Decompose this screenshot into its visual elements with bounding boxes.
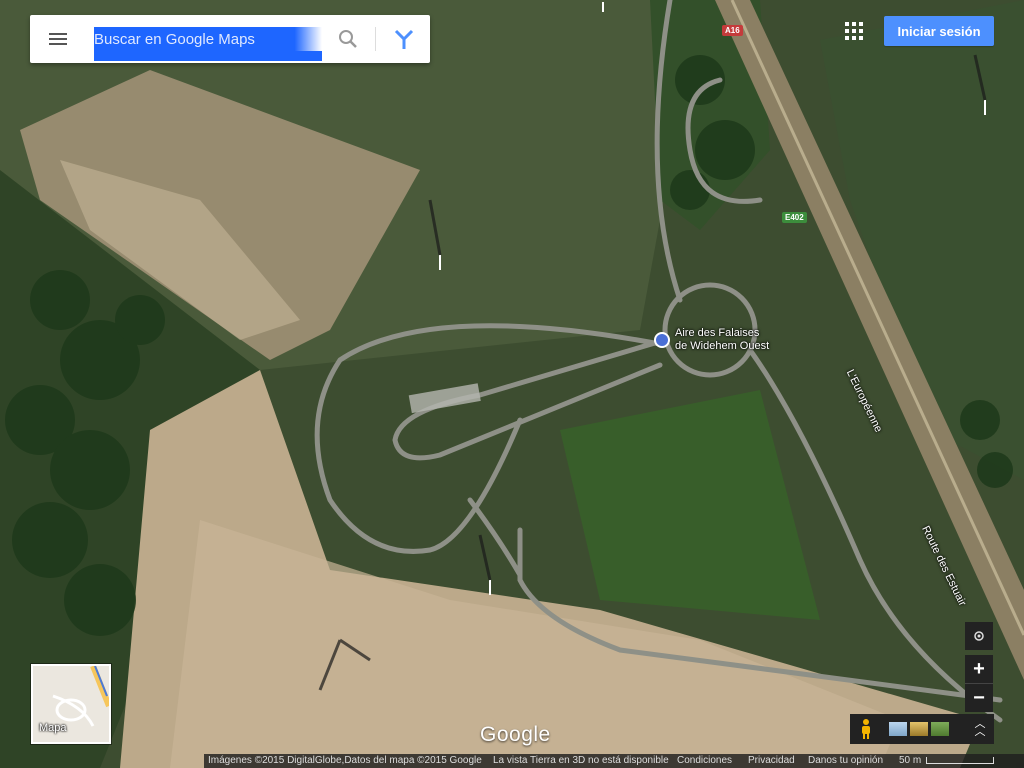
terms-link[interactable]: Condiciones bbox=[677, 754, 732, 768]
apps-grid-icon[interactable] bbox=[845, 22, 863, 40]
earth-3d-notice: La vista Tierra en 3D no está disponible bbox=[493, 755, 669, 766]
satellite-map[interactable] bbox=[0, 0, 1024, 768]
scale-label[interactable]: 50 m bbox=[899, 754, 921, 768]
bottom-layer-controls: ︿ ︿ bbox=[850, 714, 994, 744]
search-icon[interactable] bbox=[332, 25, 364, 53]
place-name-line2[interactable]: de Widehem Ouest bbox=[675, 340, 769, 352]
layer-thumbnail-3[interactable] bbox=[931, 722, 949, 736]
highway-shield-e402: E402 bbox=[782, 212, 807, 223]
search-box bbox=[30, 15, 430, 63]
layer-thumbnail-2[interactable] bbox=[910, 722, 928, 736]
expand-chevron-icon[interactable]: ︿ ︿ bbox=[972, 719, 988, 738]
place-name-line1[interactable]: Aire des Falaises bbox=[675, 327, 759, 339]
search-selection-highlight bbox=[94, 51, 322, 61]
search-input[interactable] bbox=[94, 27, 322, 51]
feedback-link[interactable]: Danos tu opinión bbox=[808, 754, 883, 768]
directions-icon[interactable] bbox=[388, 25, 420, 53]
zoom-out-button[interactable]: − bbox=[965, 683, 993, 712]
search-divider bbox=[375, 27, 376, 51]
imagery-attribution: Imágenes ©2015 DigitalGlobe,Datos del ma… bbox=[208, 755, 482, 766]
highway-shield-a16: A16 bbox=[722, 25, 743, 36]
footer-bar: Imágenes ©2015 DigitalGlobe,Datos del ma… bbox=[204, 754, 1024, 768]
minimap-label: Mapa bbox=[39, 722, 67, 734]
pegman-icon[interactable] bbox=[856, 718, 876, 740]
signin-button[interactable]: Iniciar sesión bbox=[884, 16, 994, 46]
scale-bar[interactable] bbox=[926, 757, 994, 764]
my-location-icon[interactable] bbox=[965, 622, 993, 650]
map-view-toggle[interactable]: Mapa bbox=[31, 664, 111, 744]
privacy-link[interactable]: Privacidad bbox=[748, 754, 795, 768]
layer-thumbnail-1[interactable] bbox=[889, 722, 907, 736]
menu-icon[interactable] bbox=[42, 25, 74, 53]
zoom-in-button[interactable]: + bbox=[965, 655, 993, 683]
google-logo: Google bbox=[480, 723, 551, 746]
